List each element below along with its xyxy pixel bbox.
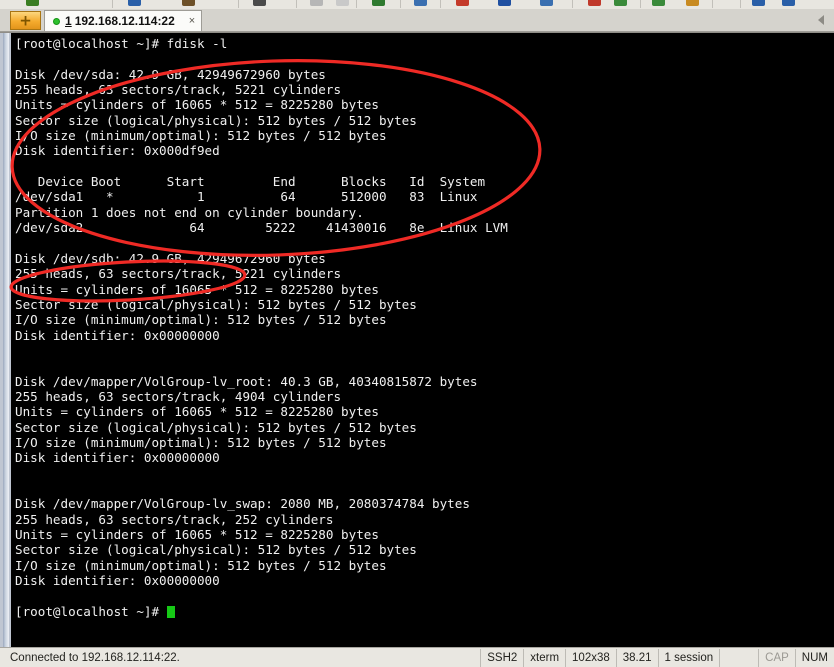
- print-icon[interactable]: [253, 0, 266, 6]
- toolbar-separator: [400, 0, 401, 8]
- status-message: Connected to 192.168.12.114:22.: [10, 651, 180, 664]
- properties-icon[interactable]: [752, 0, 765, 6]
- toolbar-separator: [356, 0, 357, 8]
- find-icon[interactable]: [372, 0, 385, 6]
- tab-title-label: 192.168.12.114:22: [74, 14, 175, 28]
- sftp-icon[interactable]: [686, 0, 699, 6]
- terminal-scrollbar[interactable]: [3, 33, 9, 648]
- toolbar-separator: [440, 0, 441, 8]
- toolbar-separator: [640, 0, 641, 8]
- clear-screen-icon[interactable]: [414, 0, 427, 6]
- paste-icon[interactable]: [336, 0, 349, 6]
- log-session-icon[interactable]: [456, 0, 469, 6]
- globe-icon[interactable]: [498, 0, 511, 6]
- toolbar-separator: [572, 0, 573, 8]
- toolbar-separator: [712, 0, 713, 8]
- run-icon[interactable]: [614, 0, 627, 6]
- connect-icon[interactable]: [128, 0, 141, 6]
- status-bar: Connected to 192.168.12.114:22. SSH2 xte…: [0, 647, 834, 667]
- tab-bar[interactable]: + 1 192.168.12.114:22 ×: [0, 9, 834, 32]
- status-cursor-position: 38.21: [615, 648, 658, 667]
- status-spacer: [719, 648, 758, 667]
- securecrt-window: + 1 192.168.12.114:22 × [root@localhost …: [0, 0, 834, 667]
- status-session-count: 1 session: [657, 648, 720, 667]
- toolbar-separator: [296, 0, 297, 8]
- toolbar-separator: [112, 0, 113, 8]
- close-icon[interactable]: ×: [189, 15, 195, 27]
- stop-icon[interactable]: [588, 0, 601, 6]
- toolbar-separator: [740, 0, 741, 8]
- transfer-icon[interactable]: [652, 0, 665, 6]
- tab-scroll-left-icon[interactable]: [818, 15, 824, 25]
- tab-session-1[interactable]: 1 192.168.12.114:22 ×: [44, 10, 203, 31]
- copy-icon[interactable]: [310, 0, 323, 6]
- status-protocol: SSH2: [480, 648, 523, 667]
- connection-status-icon: [53, 17, 60, 25]
- tab-index-label: 1: [65, 14, 72, 28]
- status-emulation: xterm: [523, 648, 565, 667]
- terminal-cursor: [166, 605, 175, 618]
- terminal-output: [root@localhost ~]# fdisk -l Disk /dev/s…: [15, 36, 508, 619]
- new-session-icon[interactable]: [26, 0, 39, 6]
- toolbar-separator: [238, 0, 239, 8]
- status-screen-size: 102x38: [565, 648, 616, 667]
- plus-icon: +: [19, 11, 32, 29]
- status-caps-indicator: CAP: [758, 648, 795, 667]
- help-icon[interactable]: [782, 0, 795, 6]
- terminal-frame: [root@localhost ~]# fdisk -l Disk /dev/s…: [0, 32, 834, 648]
- window-tile-icon[interactable]: [540, 0, 553, 6]
- new-tab-button[interactable]: +: [10, 11, 41, 30]
- open-folder-icon[interactable]: [182, 0, 195, 6]
- terminal-screen[interactable]: [root@localhost ~]# fdisk -l Disk /dev/s…: [11, 33, 834, 647]
- status-num-indicator: NUM: [794, 648, 834, 667]
